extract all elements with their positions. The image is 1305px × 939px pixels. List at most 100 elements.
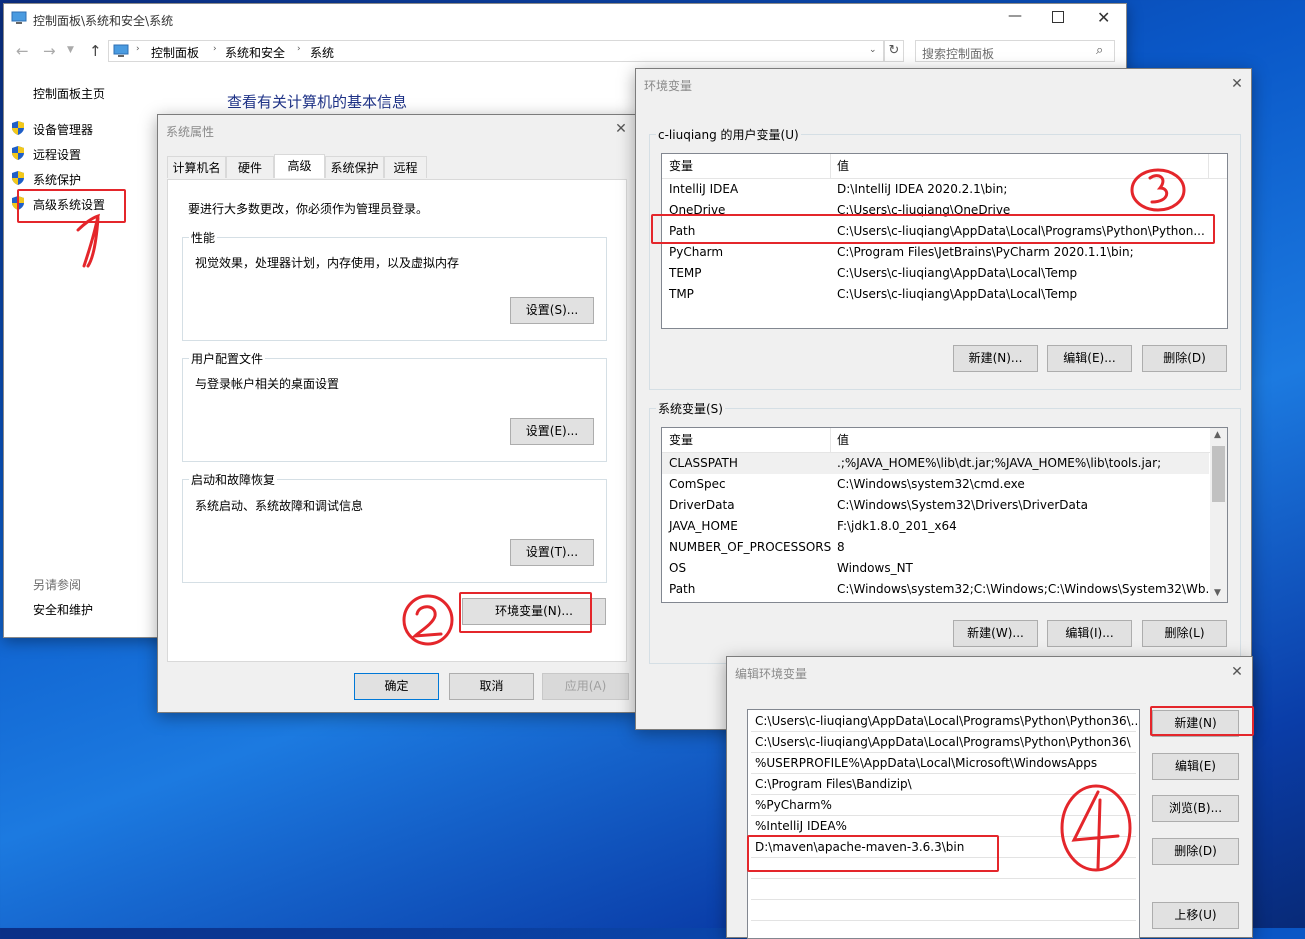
maximize-icon[interactable] bbox=[1052, 11, 1064, 23]
tab-hardware[interactable]: 硬件 bbox=[226, 156, 274, 178]
list-item[interactable] bbox=[751, 879, 1136, 900]
shield-icon bbox=[12, 171, 24, 185]
performance-group bbox=[182, 237, 607, 341]
breadcrumb-separator: › bbox=[136, 44, 140, 54]
vertical-scrollbar[interactable]: ▲ ▼ bbox=[1210, 428, 1227, 602]
variable-value: C:\Windows\system32;C:\Windows;C:\Window… bbox=[837, 582, 1217, 596]
chevron-down-icon[interactable]: ▼ bbox=[1214, 588, 1221, 598]
startup-settings-button[interactable]: 设置(T)... bbox=[510, 539, 594, 566]
delete-entry-button[interactable]: 删除(D) bbox=[1152, 838, 1239, 865]
system-new-button[interactable]: 新建(W)... bbox=[953, 620, 1038, 647]
profiles-settings-button[interactable]: 设置(E)... bbox=[510, 418, 594, 445]
variable-name: Path bbox=[669, 582, 696, 596]
edit-entry-button[interactable]: 编辑(E) bbox=[1152, 753, 1239, 780]
move-up-button[interactable]: 上移(U) bbox=[1152, 902, 1239, 929]
variable-name: JAVA_HOME bbox=[669, 519, 738, 533]
page-heading: 查看有关计算机的基本信息 bbox=[227, 93, 408, 111]
variable-name: CLASSPATH bbox=[669, 456, 738, 470]
column-header-value[interactable]: 值 bbox=[837, 154, 849, 178]
variable-value: .;%JAVA_HOME%\lib\dt.jar;%JAVA_HOME%\lib… bbox=[837, 456, 1162, 470]
close-icon[interactable]: ✕ bbox=[1229, 76, 1245, 92]
dialog-title: 编辑环境变量 bbox=[735, 667, 808, 681]
refresh-button[interactable]: ↻ bbox=[884, 40, 904, 62]
column-header-value[interactable]: 值 bbox=[837, 428, 849, 452]
security-maintenance-link[interactable]: 安全和维护 bbox=[33, 601, 93, 618]
column-header-variable[interactable]: 变量 bbox=[669, 428, 693, 452]
table-row[interactable]: OS Windows_NT bbox=[662, 558, 1209, 579]
group-label: 性能 bbox=[189, 229, 218, 246]
scrollbar-thumb[interactable] bbox=[1212, 446, 1225, 502]
group-label: 系统变量(S) bbox=[656, 400, 725, 417]
table-row[interactable]: DriverData C:\Windows\System32\Drivers\Dr… bbox=[662, 495, 1209, 516]
tab-computer-name[interactable]: 计算机名 bbox=[167, 156, 226, 178]
user-profiles-group bbox=[182, 358, 607, 462]
table-row[interactable]: PyCharm C:\Program Files\JetBrains\PyChar… bbox=[662, 242, 1227, 263]
search-input[interactable]: 搜索控制面板 ⌕ bbox=[915, 40, 1115, 62]
apply-button[interactable]: 应用(A) bbox=[542, 673, 629, 700]
up-arrow-icon[interactable]: ↑ bbox=[89, 42, 102, 60]
control-panel-home-link[interactable]: 控制面板主页 bbox=[33, 85, 105, 102]
breadcrumb-item[interactable]: 控制面板 bbox=[151, 44, 199, 61]
highlight-box bbox=[1150, 706, 1254, 736]
table-row[interactable]: ComSpec C:\Windows\system32\cmd.exe bbox=[662, 474, 1209, 495]
table-row[interactable]: NUMBER_OF_PROCESSORS 8 bbox=[662, 537, 1209, 558]
variable-value: C:\Windows\system32\cmd.exe bbox=[837, 477, 1025, 491]
variable-value: C:\Program Files\JetBrains\PyCharm 2020.… bbox=[837, 245, 1134, 259]
user-delete-button[interactable]: 删除(D) bbox=[1142, 345, 1227, 372]
user-edit-button[interactable]: 编辑(E)... bbox=[1047, 345, 1132, 372]
variable-value: D:\IntelliJ IDEA 2020.2.1\bin; bbox=[837, 182, 1008, 196]
breadcrumb-item[interactable]: 系统 bbox=[310, 44, 334, 61]
title-bar[interactable]: 控制面板\系统和安全\系统 — ✕ bbox=[4, 4, 1126, 34]
system-edit-button[interactable]: 编辑(I)... bbox=[1047, 620, 1132, 647]
table-row[interactable]: TEMP C:\Users\c-liuqiang\AppData\Local\Te… bbox=[662, 263, 1227, 284]
table-row[interactable]: JAVA_HOME F:\jdk1.8.0_201_x64 bbox=[662, 516, 1209, 537]
cancel-button[interactable]: 取消 bbox=[449, 673, 534, 700]
dialog-title: 系统属性 bbox=[166, 125, 215, 139]
chevron-up-icon[interactable]: ▲ bbox=[1214, 430, 1221, 440]
table-row[interactable]: CLASSPATH .;%JAVA_HOME%\lib\dt.jar;%JAVA_… bbox=[662, 453, 1209, 474]
variable-value: C:\Windows\System32\Drivers\DriverData bbox=[837, 498, 1088, 512]
tab-system-protection[interactable]: 系统保护 bbox=[325, 156, 384, 178]
close-icon[interactable]: ✕ bbox=[1097, 8, 1110, 27]
list-item[interactable]: C:\Users\c-liuqiang\AppData\Local\Progra… bbox=[751, 711, 1139, 732]
chevron-down-icon[interactable]: ▼ bbox=[67, 45, 74, 55]
browse-button[interactable]: 浏览(B)... bbox=[1152, 795, 1239, 822]
admin-notice: 要进行大多数更改，你必须作为管理员登录。 bbox=[188, 202, 429, 216]
shield-icon bbox=[12, 121, 24, 135]
sidebar-item-remote-settings[interactable]: 远程设置 bbox=[33, 146, 81, 163]
minimize-icon[interactable]: — bbox=[1008, 8, 1022, 24]
chevron-down-icon[interactable]: ⌄ bbox=[869, 45, 877, 55]
user-new-button[interactable]: 新建(N)... bbox=[953, 345, 1038, 372]
handwritten-annotation-4 bbox=[1060, 784, 1132, 872]
system-variables-list[interactable]: 变量 值 CLASSPATH .;%JAVA_HOME%\lib\dt.jar;%… bbox=[661, 427, 1228, 603]
variable-name: TEMP bbox=[669, 266, 702, 280]
forward-arrow-icon[interactable]: → bbox=[43, 42, 56, 60]
back-arrow-icon[interactable]: ← bbox=[16, 42, 29, 60]
table-row[interactable]: Path C:\Windows\system32;C:\Windows;C:\Wi… bbox=[662, 579, 1217, 600]
variable-value: F:\jdk1.8.0_201_x64 bbox=[837, 519, 957, 533]
group-label: 用户配置文件 bbox=[189, 350, 266, 367]
breadcrumb-item[interactable]: 系统和安全 bbox=[225, 44, 285, 61]
variable-name: DriverData bbox=[669, 498, 735, 512]
list-item[interactable]: C:\Users\c-liuqiang\AppData\Local\Progra… bbox=[751, 732, 1136, 753]
table-row[interactable]: TMP C:\Users\c-liuqiang\AppData\Local\Tem… bbox=[662, 284, 1227, 305]
list-item[interactable]: %USERPROFILE%\AppData\Local\Microsoft\Wi… bbox=[751, 753, 1136, 774]
tab-advanced[interactable]: 高级 bbox=[274, 154, 325, 178]
close-icon[interactable]: ✕ bbox=[613, 121, 629, 137]
system-delete-button[interactable]: 删除(L) bbox=[1142, 620, 1227, 647]
column-header-variable[interactable]: 变量 bbox=[669, 154, 693, 178]
sidebar-item-device-manager[interactable]: 设备管理器 bbox=[33, 121, 93, 138]
column-divider bbox=[1208, 154, 1209, 178]
performance-settings-button[interactable]: 设置(S)... bbox=[510, 297, 594, 324]
tab-strip: 计算机名 硬件 高级 系统保护 远程 bbox=[167, 154, 627, 180]
ok-button[interactable]: 确定 bbox=[354, 673, 439, 700]
close-icon[interactable]: ✕ bbox=[1229, 664, 1245, 680]
tab-remote[interactable]: 远程 bbox=[384, 156, 427, 178]
address-bar[interactable]: › 控制面板 › 系统和安全 › 系统 ⌄ bbox=[108, 40, 884, 62]
sidebar-item-system-protection[interactable]: 系统保护 bbox=[33, 171, 81, 188]
variable-value: C:\Users\c-liuqiang\AppData\Local\Temp bbox=[837, 266, 1078, 280]
group-label: c-liuqiang 的用户变量(U) bbox=[656, 126, 801, 143]
group-description: 视觉效果，处理器计划，内存使用，以及虚拟内存 bbox=[195, 256, 460, 270]
list-item[interactable] bbox=[751, 900, 1136, 921]
variable-name: TMP bbox=[669, 287, 694, 301]
